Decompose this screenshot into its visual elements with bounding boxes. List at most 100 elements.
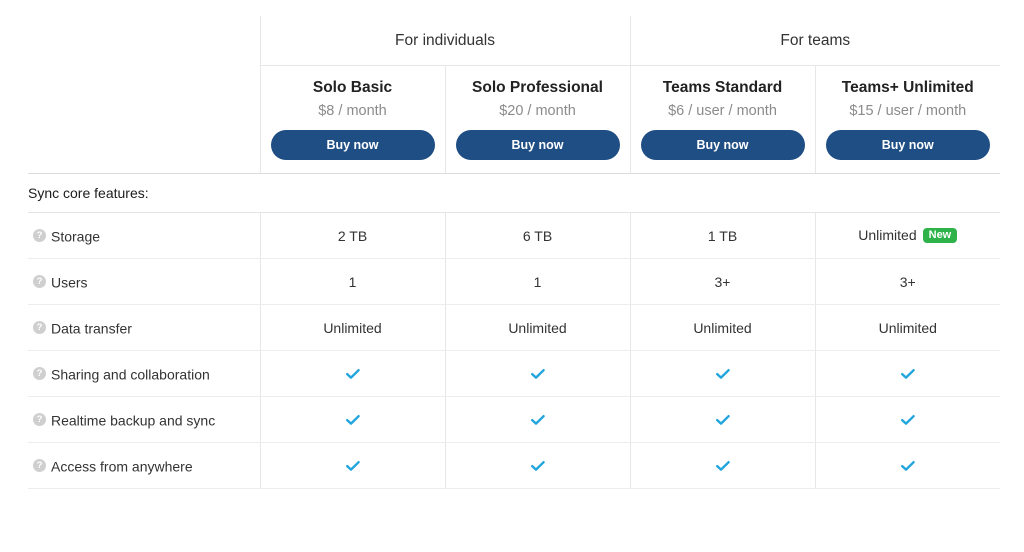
feature-value-cell [259, 396, 445, 443]
feature-label-cell: ? Data transfer [28, 304, 260, 351]
feature-value-cell [629, 396, 815, 443]
feature-label-text: Sharing and collaboration [51, 366, 210, 383]
check-icon [900, 412, 916, 428]
plan-name: Solo Professional [472, 79, 603, 97]
feature-value-cell [814, 396, 1001, 443]
buy-now-button-teams-standard[interactable]: Buy now [640, 129, 805, 160]
feature-value-cell: 3+ [629, 258, 815, 305]
feature-value-text: 3+ [899, 273, 916, 290]
new-badge: New [922, 227, 958, 243]
feature-value-cell: 3+ [814, 258, 1001, 305]
feature-row: ? Access from anywhere [28, 442, 1001, 489]
plan-name: Teams+ Unlimited [841, 79, 974, 97]
feature-value-cell: 1 TB [629, 212, 815, 259]
plan-cell-teams-standard: Teams Standard $6 / user / month Buy now [629, 65, 815, 174]
plan-price: $8 / month [318, 102, 387, 119]
feature-value-cell [444, 350, 630, 397]
feature-value-text: Unlimited [693, 319, 752, 336]
feature-value-text: Unlimited [878, 319, 937, 336]
check-icon [715, 412, 731, 428]
feature-value-cell [259, 442, 445, 489]
help-icon[interactable]: ? [33, 320, 46, 334]
feature-value-cell: Unlimited [259, 304, 445, 351]
feature-value-cell [814, 442, 1001, 489]
check-icon [345, 458, 361, 474]
feature-value-text: Unlimited [858, 227, 917, 244]
feature-value-cell: Unlimited [444, 304, 630, 351]
feature-row: ? Storage 2 TB 6 TB 1 TB Unlimited New [28, 212, 1001, 259]
feature-label-cell: ? Realtime backup and sync [28, 396, 260, 443]
plan-name: Solo Basic [312, 79, 393, 97]
help-icon[interactable]: ? [33, 412, 46, 426]
feature-value-cell [259, 350, 445, 397]
feature-label-cell: ? Users [28, 258, 260, 305]
feature-rows-body: ? Storage 2 TB 6 TB 1 TB Unlimited New? Users 1 1… [28, 212, 1001, 489]
feature-label-text: Realtime backup and sync [51, 412, 216, 429]
feature-value-text: 3+ [714, 273, 731, 290]
check-icon [715, 366, 731, 382]
check-icon [715, 458, 731, 474]
feature-value-text: 6 TB [522, 227, 553, 244]
plan-price: $15 / user / month [849, 102, 967, 119]
plan-cell-solo-basic: Solo Basic $8 / month Buy now [259, 65, 445, 174]
feature-label-cell: ? Access from anywhere [28, 442, 260, 489]
check-icon [900, 366, 916, 382]
check-icon [345, 366, 361, 382]
check-icon [530, 412, 546, 428]
feature-value-text: Unlimited [508, 319, 567, 336]
help-icon[interactable]: ? [33, 366, 46, 380]
pricing-comparison-table: For individuals For teams Solo Basic $8 … [28, 16, 1001, 489]
plan-price: $6 / user / month [668, 102, 777, 119]
check-icon [345, 412, 361, 428]
feature-row: ? Data transfer Unlimited Unlimited Unlimite… [28, 304, 1001, 351]
buy-now-button-solo-professional[interactable]: Buy now [455, 129, 620, 160]
feature-label-cell: ? Storage [28, 212, 260, 259]
feature-label-text: Access from anywhere [51, 458, 193, 475]
help-icon[interactable]: ? [33, 458, 46, 472]
feature-value-cell [814, 350, 1001, 397]
feature-value-text: 1 TB [707, 227, 738, 244]
feature-row: ? Realtime backup and sync [28, 396, 1001, 443]
feature-value-text: 1 [533, 273, 542, 290]
feature-value-cell: 1 [444, 258, 630, 305]
feature-label-text: Storage [51, 228, 101, 245]
plan-row-blank-cell [28, 65, 260, 174]
plan-price: $20 / month [499, 102, 576, 119]
group-header-individuals: For individuals [259, 16, 630, 66]
table-body: For individuals For teams Solo Basic $8 … [28, 16, 1001, 213]
check-icon [530, 458, 546, 474]
section-heading-row: Sync core features: [28, 173, 1001, 213]
feature-value-text: Unlimited [323, 319, 382, 336]
feature-value-cell [629, 442, 815, 489]
group-header-teams: For teams [629, 16, 1001, 66]
feature-value-cell [444, 442, 630, 489]
feature-value-cell: 1 [259, 258, 445, 305]
corner-blank-cell [28, 16, 260, 66]
plan-header-row: Solo Basic $8 / month Buy now Solo Profe… [28, 65, 1001, 174]
help-icon[interactable]: ? [33, 228, 46, 242]
plan-cell-teams-plus-unlimited: Teams+ Unlimited $15 / user / month Buy … [814, 65, 1001, 174]
feature-value-cell [629, 350, 815, 397]
feature-value-cell: 6 TB [444, 212, 630, 259]
pricing-table-page: For individuals For teams Solo Basic $8 … [0, 16, 1024, 552]
help-icon[interactable]: ? [33, 274, 46, 288]
audience-group-row: For individuals For teams [28, 16, 1001, 66]
feature-label-text: Data transfer [51, 320, 132, 337]
feature-value-text: 2 TB [337, 227, 368, 244]
buy-now-button-teams-plus-unlimited[interactable]: Buy now [825, 129, 990, 160]
feature-row: ? Sharing and collaboration [28, 350, 1001, 397]
section-heading-sync-core-features: Sync core features: [28, 173, 1001, 213]
feature-value-cell: Unlimited New [814, 212, 1001, 259]
feature-row: ? Users 1 1 3+ 3+ [28, 258, 1001, 305]
feature-value-cell: 2 TB [259, 212, 445, 259]
feature-value-text: 1 [348, 273, 357, 290]
feature-value-cell [444, 396, 630, 443]
plan-cell-solo-professional: Solo Professional $20 / month Buy now [444, 65, 630, 174]
feature-value-cell: Unlimited [629, 304, 815, 351]
check-icon [530, 366, 546, 382]
check-icon [900, 458, 916, 474]
feature-label-text: Users [51, 274, 88, 291]
feature-value-cell: Unlimited [814, 304, 1001, 351]
plan-name: Teams Standard [662, 79, 783, 97]
buy-now-button-solo-basic[interactable]: Buy now [270, 129, 435, 160]
